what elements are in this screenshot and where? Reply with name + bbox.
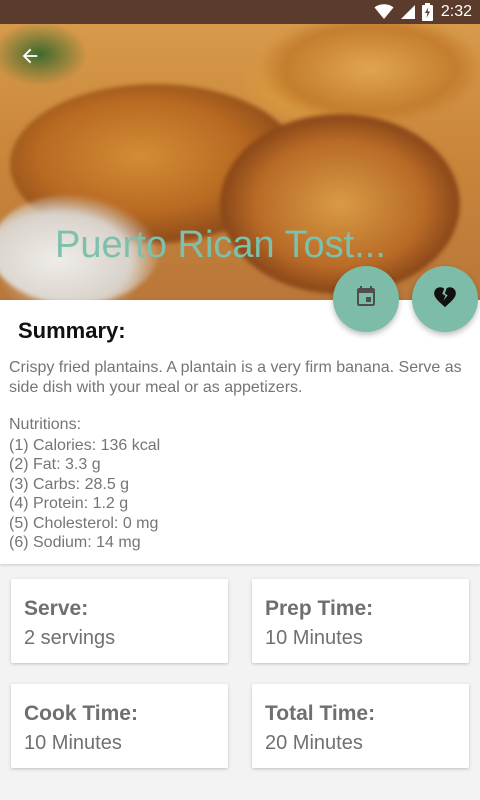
add-to-calendar-button[interactable] [333,266,399,332]
cook-time-value: 10 Minutes [24,732,122,754]
recipe-title: Puerto Rican Tost... [55,224,386,266]
cellular-signal-icon [400,4,416,20]
wifi-icon [374,4,394,20]
arrow-left-icon [19,45,41,72]
favorite-button[interactable] [412,266,478,332]
nutrition-list: (1) Calories: 136 kcal (2) Fat: 3.3 g (3… [9,436,160,553]
summary-description: Crispy fried plantains. A plantain is a … [9,359,462,396]
status-bar: 2:32 [0,0,480,24]
prep-time-value: 10 Minutes [265,627,363,649]
serve-value: 2 servings [24,627,116,649]
serve-label: Serve: [24,597,89,620]
serve-card: Serve: 2 servings [11,579,228,663]
nutrition-item: (6) Sodium: 14 mg [9,534,141,551]
total-time-value: 20 Minutes [265,732,363,754]
battery-charging-icon [421,3,433,21]
broken-heart-icon [432,284,458,315]
nutrition-item: (1) Calories: 136 kcal [9,436,161,454]
total-time-label: Total Time: [265,702,376,725]
prep-time-label: Prep Time: [265,597,374,620]
nutrition-item: (4) Protein: 1.2 g [9,495,129,512]
summary-card: Summary: Crispy fried plantains. A plant… [0,300,480,564]
cook-time-card: Cook Time: 10 Minutes [11,684,228,768]
back-button[interactable] [14,42,46,74]
calendar-icon [354,285,378,314]
total-time-card: Total Time: 20 Minutes [252,684,469,768]
prep-time-card: Prep Time: 10 Minutes [252,579,469,663]
summary-heading: Summary: [18,318,126,343]
nutrition-item: (2) Fat: 3.3 g [9,456,101,473]
nutrition-heading: Nutritions: [9,416,82,433]
cook-time-label: Cook Time: [24,702,138,725]
nutrition-item: (3) Carbs: 28.5 g [9,475,130,493]
status-time: 2:32 [440,3,472,20]
nutrition-item: (5) Cholesterol: 0 mg [9,514,159,532]
